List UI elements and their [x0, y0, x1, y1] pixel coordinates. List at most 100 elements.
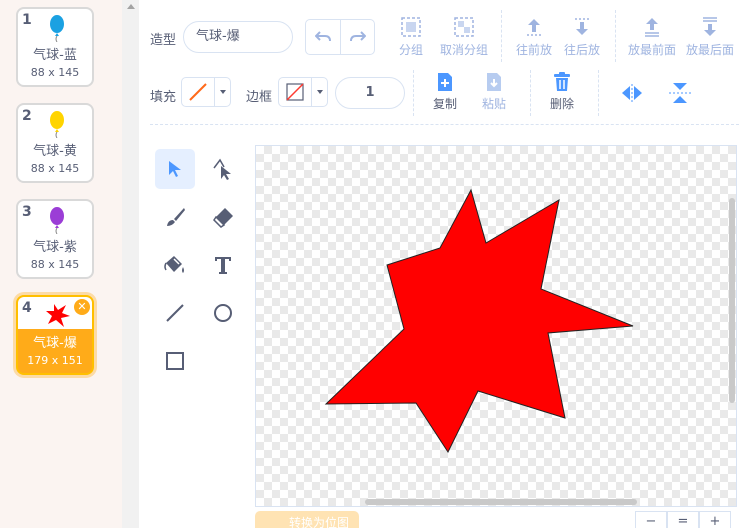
costume-item-4-selected[interactable]: 4 ✕ 气球-爆 179 x 151: [16, 295, 94, 375]
toolbar-divider: [150, 124, 739, 125]
select-tool[interactable]: [155, 149, 195, 189]
costume-name: 气球-紫: [33, 240, 77, 255]
paste-button[interactable]: 粘贴: [480, 72, 508, 112]
rectangle-icon: [166, 352, 184, 370]
convert-to-bitmap-button[interactable]: 转换为位图: [255, 511, 359, 528]
redo-button[interactable]: [340, 20, 374, 54]
brush-icon: [167, 208, 185, 226]
costume-size: 88 x 145: [30, 258, 80, 271]
fill-color-swatch[interactable]: [182, 78, 214, 106]
backward-label: 往后放: [563, 43, 600, 57]
group-label: 分组: [398, 43, 423, 57]
forward-icon: [527, 19, 541, 36]
delete-costume-icon[interactable]: ✕: [74, 299, 90, 315]
costume-number: 2: [22, 108, 32, 124]
bring-to-front-icon: [645, 18, 659, 37]
front-label: 放最前面: [627, 43, 676, 57]
copy-icon: [438, 73, 452, 91]
group-button[interactable]: 分组: [398, 16, 424, 58]
costume-name-input[interactable]: 气球-爆: [183, 21, 293, 53]
balloon-yellow-thumbnail: [50, 111, 64, 138]
fill-label: 填充: [150, 90, 177, 105]
ungroup-button[interactable]: 取消分组: [439, 16, 489, 58]
backward-icon: [575, 18, 589, 35]
divider: [615, 10, 616, 62]
line-icon: [166, 304, 184, 322]
drawing-canvas[interactable]: [255, 145, 737, 507]
divider: [530, 70, 531, 116]
outline-color-picker[interactable]: [278, 77, 328, 107]
chevron-down-icon: [219, 90, 226, 94]
group-icon: [401, 17, 421, 37]
undo-redo-group: [305, 19, 375, 55]
canvas-vertical-scrollbar[interactable]: [729, 198, 735, 403]
fill-swatch-icon: [189, 83, 207, 101]
zoom-in-button[interactable]: +: [699, 511, 731, 528]
arrow-cursor-icon: [169, 161, 181, 177]
costume-item-1[interactable]: 1 气球-蓝 88 x 145: [16, 7, 94, 87]
balloon-blue-thumbnail: [50, 15, 64, 42]
circle-tool[interactable]: [203, 293, 243, 333]
divider: [413, 70, 414, 116]
redo-icon: [349, 31, 366, 42]
rectangle-tool[interactable]: [155, 341, 195, 381]
brush-tool[interactable]: [155, 197, 195, 237]
ungroup-label: 取消分组: [439, 43, 488, 57]
outline-dropdown-button[interactable]: [311, 78, 327, 106]
fill-color-picker[interactable]: [181, 77, 231, 107]
outline-swatch-icon: [286, 83, 304, 101]
text-icon: [215, 257, 231, 274]
circle-icon: [214, 304, 232, 322]
fill-tool[interactable]: [155, 245, 195, 285]
text-tool[interactable]: [203, 245, 243, 285]
burst-thumbnail: [46, 304, 70, 327]
back-button[interactable]: 放最后面: [685, 16, 735, 58]
zoom-out-icon: −: [645, 514, 657, 528]
costume-size: 88 x 145: [30, 66, 80, 79]
send-to-back-icon: [703, 17, 717, 36]
zoom-reset-icon: =: [677, 514, 689, 528]
paste-label: 粘贴: [481, 97, 506, 111]
copy-button[interactable]: 复制: [431, 72, 459, 112]
costume-label: 造型: [150, 33, 177, 48]
divider: [501, 10, 502, 62]
canvas-horizontal-scrollbar[interactable]: [365, 499, 637, 505]
reshape-icon: [213, 158, 231, 180]
eraser-tool[interactable]: [203, 197, 243, 237]
back-label: 放最后面: [685, 43, 734, 57]
burst-shape[interactable]: [256, 146, 737, 507]
trash-icon: [554, 72, 570, 91]
undo-icon: [315, 31, 331, 42]
zoom-in-icon: +: [709, 514, 721, 528]
paint-editor: 造型 气球-爆 分组 取消分组 往前放 往后放 放最前面 放最后面 填充 边框 …: [139, 0, 739, 528]
ungroup-icon: [454, 17, 474, 37]
costume-number: 4: [22, 300, 32, 316]
flip-vertical-icon: [669, 83, 691, 103]
eraser-icon: [213, 208, 233, 228]
line-tool[interactable]: [155, 293, 195, 333]
costume-item-3[interactable]: 3 气球-紫 88 x 145: [16, 199, 94, 279]
chevron-down-icon: [316, 90, 323, 94]
costume-name: 气球-爆: [33, 336, 77, 351]
flip-horizontal-button[interactable]: [621, 84, 643, 102]
costume-item-2[interactable]: 2 气球-黄 88 x 145: [16, 103, 94, 183]
costume-number: 1: [22, 12, 32, 28]
costume-name: 气球-蓝: [33, 48, 77, 63]
delete-label: 删除: [549, 97, 574, 111]
zoom-reset-button[interactable]: =: [667, 511, 699, 528]
backward-button[interactable]: 往后放: [563, 16, 601, 58]
outline-width-input[interactable]: 1: [335, 77, 405, 109]
delete-button[interactable]: 删除: [548, 72, 576, 112]
costume-list-scrollbar[interactable]: [122, 0, 139, 528]
forward-button[interactable]: 往前放: [515, 16, 553, 58]
outline-color-swatch[interactable]: [279, 78, 311, 106]
fill-dropdown-button[interactable]: [214, 78, 230, 106]
balloon-purple-thumbnail: [50, 207, 64, 234]
reshape-tool[interactable]: [203, 149, 243, 189]
undo-button[interactable]: [306, 20, 340, 54]
front-button[interactable]: 放最前面: [627, 16, 677, 58]
zoom-out-button[interactable]: −: [635, 511, 667, 528]
scroll-up-arrow-icon[interactable]: [127, 4, 135, 9]
flip-vertical-button[interactable]: [669, 82, 691, 104]
flip-horizontal-icon: [622, 84, 642, 102]
